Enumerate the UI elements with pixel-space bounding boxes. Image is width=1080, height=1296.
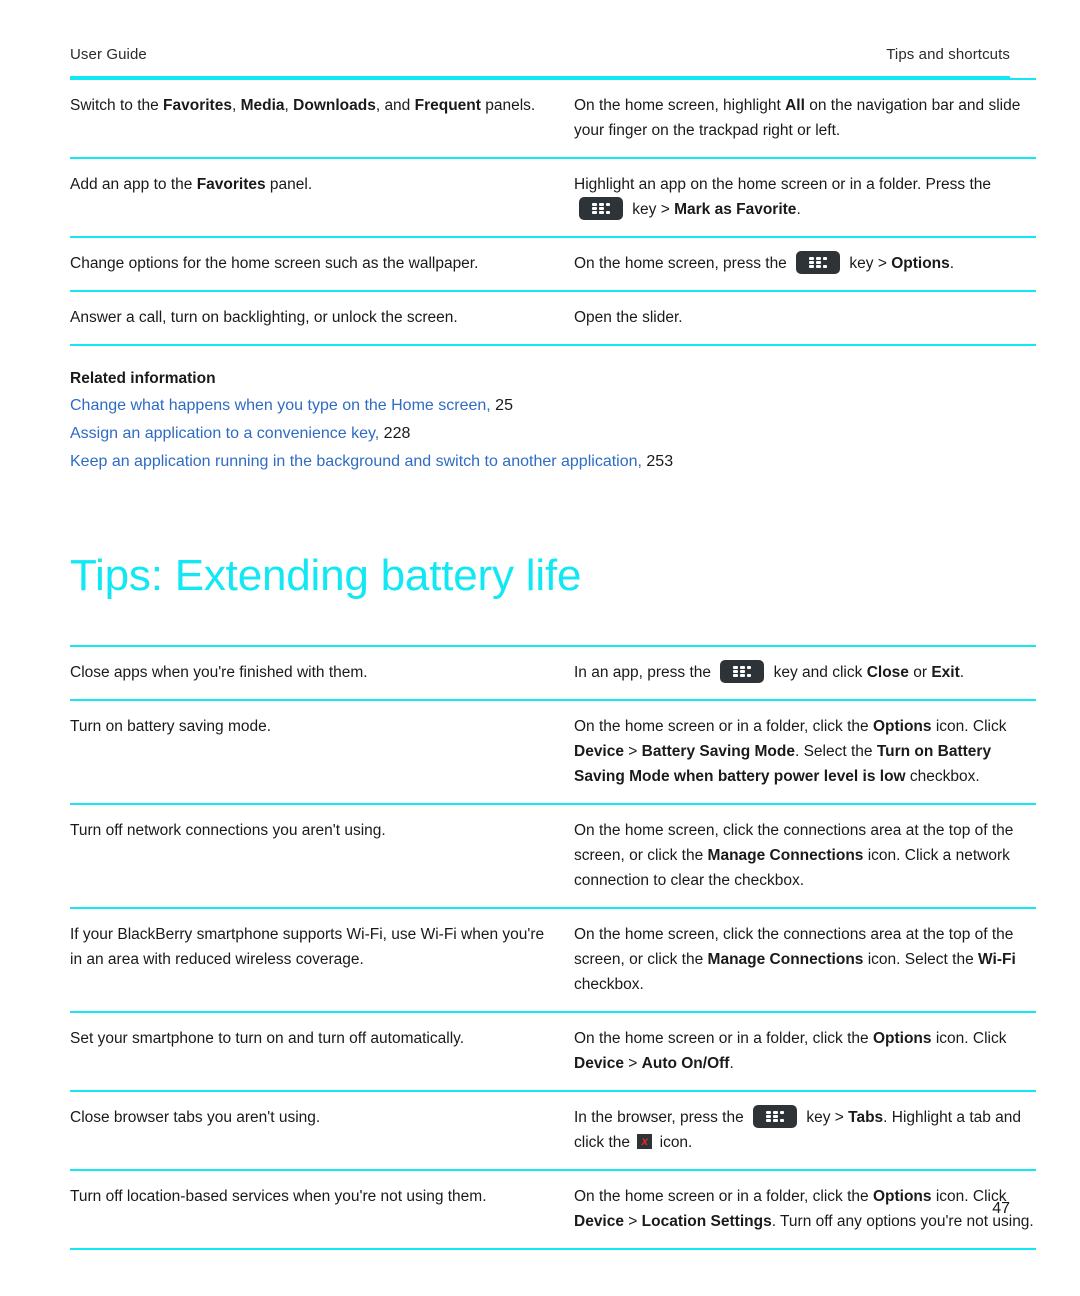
table-row: Turn off network connections you aren't …	[70, 804, 1036, 909]
action-cell: On the home screen, click the connection…	[564, 804, 1036, 909]
related-information-link[interactable]: Keep an application running in the backg…	[70, 448, 1010, 476]
table-row: Close apps when you're finished with the…	[70, 645, 1036, 701]
emphasis-text: Wi-Fi	[978, 951, 1016, 968]
link-page-number: 25	[490, 397, 513, 414]
task-cell: Change options for the home screen such …	[70, 237, 564, 292]
emphasis-text: Device	[574, 743, 624, 760]
close-tab-icon: x	[637, 1134, 653, 1149]
action-cell: On the home screen, highlight All on the…	[564, 78, 1036, 159]
task-cell: Turn on battery saving mode.	[70, 700, 564, 805]
table-row: Switch to the Favorites, Media, Download…	[70, 78, 1036, 159]
action-cell: Open the slider.	[564, 291, 1036, 346]
related-information-links: Change what happens when you type on the…	[70, 392, 1010, 476]
blackberry-menu-key-icon	[579, 197, 623, 220]
emphasis-text: Downloads	[293, 97, 376, 114]
action-cell: On the home screen, click the connection…	[564, 908, 1036, 1013]
action-cell: On the home screen or in a folder, click…	[564, 700, 1036, 805]
task-cell: Close browser tabs you aren't using.	[70, 1091, 564, 1171]
emphasis-text: Tabs	[848, 1109, 884, 1126]
emphasis-text: Location Settings	[641, 1213, 772, 1230]
link-text[interactable]: Keep an application running in the backg…	[70, 453, 642, 470]
task-cell: Close apps when you're finished with the…	[70, 645, 564, 701]
blackberry-menu-key-icon	[796, 251, 841, 274]
blackberry-menu-key-icon	[753, 1105, 798, 1128]
emphasis-text: Battery Saving Mode	[641, 743, 795, 760]
related-information-link[interactable]: Assign an application to a convenience k…	[70, 420, 1010, 448]
table-row: If your BlackBerry smartphone supports W…	[70, 908, 1036, 1013]
action-cell: In an app, press the key and click Close…	[564, 645, 1036, 701]
emphasis-text: Close	[866, 664, 909, 681]
document-page: User Guide Tips and shortcuts Switch to …	[0, 0, 1080, 1296]
action-cell: In the browser, press the key > Tabs. Hi…	[564, 1091, 1036, 1171]
task-cell: Turn off network connections you aren't …	[70, 804, 564, 909]
link-text[interactable]: Change what happens when you type on the…	[70, 397, 491, 414]
link-page-number: 253	[641, 453, 674, 470]
emphasis-text: Manage Connections	[707, 847, 864, 864]
running-head: User Guide Tips and shortcuts	[70, 0, 1010, 63]
link-text[interactable]: Assign an application to a convenience k…	[70, 425, 379, 442]
task-cell: Switch to the Favorites, Media, Download…	[70, 78, 564, 159]
emphasis-text: All	[785, 97, 805, 114]
task-cell: Set your smartphone to turn on and turn …	[70, 1012, 564, 1092]
table-row: Add an app to the Favorites panel. Highli…	[70, 158, 1036, 238]
battery-tips-table: Close apps when you're finished with the…	[70, 645, 1036, 1250]
task-cell: Add an app to the Favorites panel.	[70, 158, 564, 238]
emphasis-text: Options	[891, 255, 950, 272]
emphasis-text: Media	[240, 97, 285, 114]
running-head-right: Tips and shortcuts	[886, 46, 1010, 63]
table-row: Close browser tabs you aren't using. In t…	[70, 1091, 1036, 1171]
task-cell: If your BlackBerry smartphone supports W…	[70, 908, 564, 1013]
link-page-number: 228	[379, 425, 411, 442]
emphasis-text: Options	[872, 1030, 932, 1047]
related-information-section: Related information Change what happens …	[70, 366, 1010, 476]
task-cell: Answer a call, turn on backlighting, or …	[70, 291, 564, 346]
action-cell: On the home screen or in a folder, click…	[564, 1170, 1036, 1250]
emphasis-text: Auto On/Off	[641, 1055, 730, 1072]
action-cell: Highlight an app on the home screen or i…	[564, 158, 1036, 238]
table-row: Change options for the home screen such …	[70, 237, 1036, 292]
running-head-left: User Guide	[70, 46, 147, 63]
blackberry-menu-key-icon	[720, 660, 765, 683]
page-number: 47	[992, 1200, 1010, 1217]
emphasis-text: Frequent	[414, 97, 481, 114]
related-information-title: Related information	[70, 370, 216, 387]
action-cell: On the home screen, press the key > Opti…	[564, 237, 1036, 292]
emphasis-text: Favorites	[163, 97, 232, 114]
emphasis-text: Options	[872, 718, 932, 735]
emphasis-text: Exit	[931, 664, 960, 681]
emphasis-text: Device	[574, 1055, 624, 1072]
emphasis-text: Device	[574, 1213, 624, 1230]
emphasis-text: Manage Connections	[707, 951, 864, 968]
page-title: Tips: Extending battery life	[70, 551, 582, 600]
shortcuts-table: Switch to the Favorites, Media, Download…	[70, 78, 1036, 346]
emphasis-text: Favorites	[196, 176, 266, 193]
emphasis-text: Options	[872, 1188, 932, 1205]
table-row: Answer a call, turn on backlighting, or …	[70, 291, 1036, 346]
related-information-link[interactable]: Change what happens when you type on the…	[70, 392, 1010, 420]
emphasis-text: Mark as Favorite	[674, 201, 797, 218]
table-row: Set your smartphone to turn on and turn …	[70, 1012, 1036, 1092]
action-cell: On the home screen or in a folder, click…	[564, 1012, 1036, 1092]
task-cell: Turn off location-based services when yo…	[70, 1170, 564, 1250]
table-row: Turn off location-based services when yo…	[70, 1170, 1036, 1250]
heading-spacer	[70, 601, 1010, 645]
table-row: Turn on battery saving mode. On the home …	[70, 700, 1036, 805]
